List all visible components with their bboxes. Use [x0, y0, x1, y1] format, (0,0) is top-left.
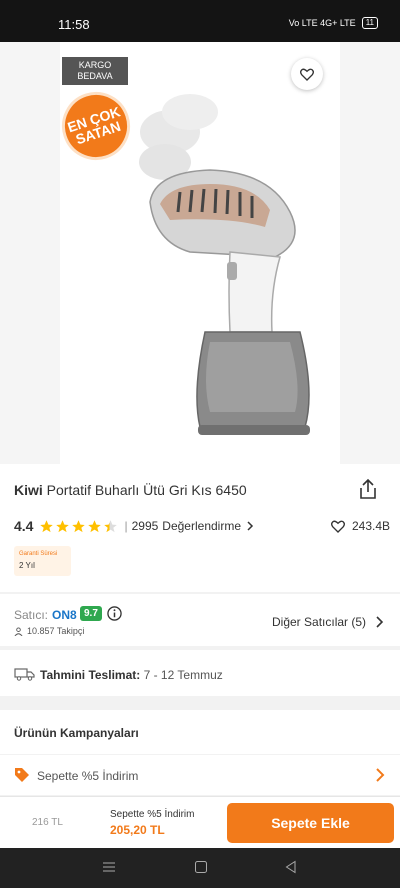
campaign-item[interactable]: Sepette %5 İndirim: [0, 755, 400, 795]
status-icons: Vo LTE 4G+ LTE 11: [289, 17, 378, 29]
rating-row[interactable]: 4.4 | 2995 Değerlendirme: [14, 518, 255, 534]
seller-section: Satıcı: ON8 9.7 10.857 Takipçi Diğer Satı…: [0, 594, 400, 646]
system-nav-bar: [0, 848, 400, 888]
tag-icon: [15, 768, 29, 782]
rating-separator: |: [124, 519, 128, 533]
star-icon: [88, 519, 102, 532]
bottom-purchase-bar: 216 TL Sepette %5 İndirim 205,20 TL Sepe…: [0, 796, 400, 848]
add-to-cart-button[interactable]: Sepete Ekle: [227, 803, 394, 843]
rating-score: 4.4: [14, 518, 34, 534]
product-gallery[interactable]: KARGO BEDAVA EN ÇOK SATAN: [0, 42, 400, 464]
star-icon: [104, 519, 118, 532]
warranty-value: 2 Yıl: [19, 561, 35, 570]
back-icon[interactable]: [284, 860, 298, 874]
star-icon: [72, 519, 86, 532]
status-bar: 11:58 Vo LTE 4G+ LTE 11: [0, 0, 400, 42]
heart-outline-icon: [331, 520, 345, 533]
signal-icon: Vo LTE 4G+ LTE: [288, 18, 356, 28]
product-name: Portatif Buharlı Ütü Gri Kıs 6450: [46, 482, 247, 498]
seller-followers: 10.857 Takipçi: [14, 626, 84, 636]
share-icon: [360, 478, 376, 499]
product-title: Kiwi Portatif Buharlı Ütü Gri Kıs 6450: [14, 482, 247, 498]
seller-name[interactable]: ON8: [52, 608, 77, 622]
warranty-label: Garanti Süresi: [19, 551, 58, 557]
discounted-price: 205,20 TL: [110, 823, 165, 837]
menu-icon[interactable]: [102, 860, 116, 874]
like-count-value: 243.4B: [352, 519, 391, 533]
campaign-label: Sepette %5 İndirim: [37, 769, 139, 783]
favorite-button[interactable]: [291, 58, 323, 90]
battery-icon: 11: [361, 17, 378, 29]
seller-label: Satıcı: ON8: [14, 608, 77, 622]
promo-label: Sepette %5 İndirim: [110, 809, 195, 820]
like-count[interactable]: 243.4B: [330, 518, 390, 534]
campaigns-title: Ürünün Kampanyaları: [14, 726, 139, 740]
star-icon: [56, 519, 70, 532]
seller-score-badge: 9.7: [80, 606, 102, 621]
home-icon[interactable]: [194, 860, 208, 874]
chevron-right-icon: [376, 616, 384, 628]
free-shipping-badge: KARGO BEDAVA: [62, 57, 128, 85]
old-price: 216 TL: [32, 817, 63, 828]
status-time: 11:58: [58, 17, 90, 32]
truck-icon: [14, 668, 35, 681]
info-icon[interactable]: [107, 606, 122, 621]
chevron-right-icon: [247, 521, 254, 531]
product-brand[interactable]: Kiwi: [14, 482, 43, 498]
product-image: [139, 94, 310, 435]
review-label: Değerlendirme: [162, 519, 241, 533]
chevron-right-icon: [376, 768, 385, 782]
user-icon: [14, 626, 23, 636]
delivery-estimate: Tahmini Teslimat: 7 - 12 Temmuz: [0, 650, 400, 696]
delivery-text: Tahmini Teslimat: 7 - 12 Temmuz: [40, 668, 223, 682]
heart-icon: [300, 68, 314, 81]
other-sellers-link[interactable]: Diğer Satıcılar (5): [272, 615, 384, 629]
campaigns-header: Ürünün Kampanyaları: [0, 710, 400, 754]
product-info: Kiwi Portatif Buharlı Ütü Gri Kıs 6450 4…: [0, 464, 400, 592]
share-button[interactable]: [358, 478, 378, 505]
rating-stars: [39, 519, 118, 534]
warranty-badge: Garanti Süresi 2 Yıl: [14, 546, 71, 576]
star-icon: [40, 519, 54, 532]
review-count: 2995: [131, 519, 159, 533]
